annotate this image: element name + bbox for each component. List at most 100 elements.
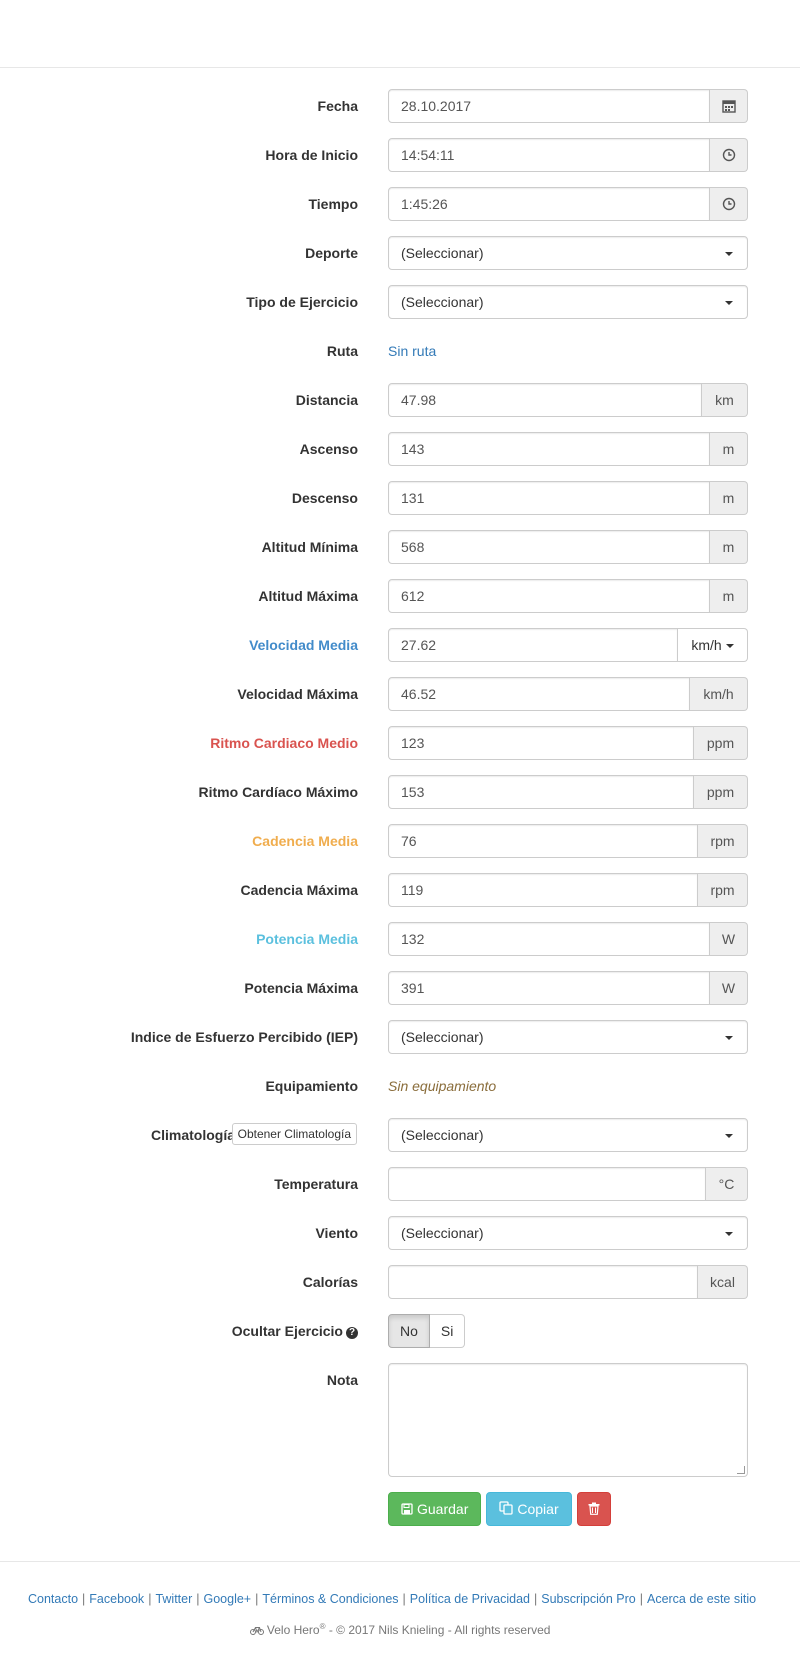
trash-icon	[588, 1494, 600, 1526]
label-distancia: Distancia	[295, 392, 358, 408]
save-button[interactable]: Guardar	[388, 1492, 482, 1526]
wind-select-value: (Seleccionar)	[401, 1225, 484, 1241]
calendar-icon[interactable]	[710, 89, 748, 123]
chevron-down-icon	[725, 1134, 733, 1138]
speed-unit-dropdown[interactable]: km/h	[678, 628, 748, 662]
save-button-label: Guardar	[417, 1501, 469, 1517]
get-weather-button[interactable]: Obtener Climatología	[231, 1123, 357, 1145]
row-temperatura: Temperatura °C	[0, 1167, 800, 1201]
unit-addon: rpm	[698, 824, 748, 858]
workout-type-select[interactable]: (Seleccionar)	[388, 285, 748, 319]
avg-power-input[interactable]: 132	[388, 922, 710, 956]
footer-link-privacidad[interactable]: Política de Privacidad	[410, 1592, 530, 1606]
row-iep: Indice de Esfuerzo Percibido (IEP) (Sele…	[0, 1020, 800, 1054]
equipment-text: Sin equipamiento	[388, 1078, 497, 1094]
copyright-text: - © 2017 Nils Knieling - All rights rese…	[328, 1623, 551, 1637]
chevron-down-icon	[725, 252, 733, 256]
max-heart-rate-input[interactable]: 153	[388, 775, 694, 809]
row-clima: Climatología Obtener Climatología (Selec…	[0, 1118, 800, 1152]
chevron-down-icon	[725, 1232, 733, 1236]
max-altitude-input[interactable]: 612	[388, 579, 710, 613]
duration-input[interactable]: 1:45:26	[388, 187, 710, 221]
descent-input[interactable]: 131	[388, 481, 710, 515]
label-alt-max: Altitud Máxima	[258, 588, 358, 604]
row-rc-medio: Ritmo Cardiaco Medio 123 ppm	[0, 726, 800, 760]
footer-link-facebook[interactable]: Facebook	[89, 1592, 144, 1606]
footer-links: Contacto | Facebook | Twitter | Google+ | Términ…	[28, 1592, 757, 1606]
min-altitude-input[interactable]: 568	[388, 530, 710, 564]
label-vel-max: Velocidad Máxima	[237, 686, 358, 702]
hide-no-button[interactable]: No	[388, 1314, 430, 1348]
date-input[interactable]: 28.10.2017	[388, 89, 710, 123]
unit-addon: m	[710, 530, 748, 564]
row-tiempo: Tiempo 1:45:26	[0, 187, 800, 221]
hide-si-button[interactable]: Si	[429, 1314, 466, 1348]
label-fecha: Fecha	[317, 98, 358, 114]
unit-addon: °C	[706, 1167, 748, 1201]
chevron-down-icon	[725, 644, 734, 648]
wind-select[interactable]: (Seleccionar)	[388, 1216, 748, 1250]
footer-copyright: Velo Hero® - © 2017 Nils Knieling - All …	[0, 1622, 800, 1637]
label-calorias: Calorías	[302, 1274, 358, 1290]
row-ascenso: Ascenso 143 m	[0, 432, 800, 466]
row-ruta: Ruta Sin ruta	[0, 334, 800, 368]
avg-cadence-input[interactable]: 76	[388, 824, 698, 858]
avg-heart-rate-input[interactable]: 123	[388, 726, 694, 760]
label-clima: Climatología	[150, 1127, 235, 1143]
label-tipo: Tipo de Ejercicio	[246, 294, 358, 310]
max-cadence-input[interactable]: 119	[388, 873, 698, 907]
calories-input[interactable]	[388, 1265, 698, 1299]
chevron-down-icon	[725, 1036, 733, 1040]
floppy-disk-icon	[401, 1494, 413, 1526]
label-tiempo: Tiempo	[308, 196, 358, 212]
row-hora: Hora de Inicio 14:54:11	[0, 138, 800, 172]
unit-addon: ppm	[694, 775, 748, 809]
clock-icon[interactable]	[710, 187, 748, 221]
label-iep: Indice de Esfuerzo Percibido (IEP)	[130, 1029, 358, 1045]
delete-button[interactable]	[576, 1492, 611, 1526]
unit-addon: m	[710, 579, 748, 613]
max-speed-input[interactable]: 46.52	[388, 677, 690, 711]
footer-link-twitter[interactable]: Twitter	[155, 1592, 192, 1606]
weather-select-value: (Seleccionar)	[401, 1127, 484, 1143]
row-cad-media: Cadencia Media 76 rpm	[0, 824, 800, 858]
unit-addon: m	[710, 481, 748, 515]
note-textarea[interactable]	[388, 1363, 748, 1477]
weather-select[interactable]: (Seleccionar)	[388, 1118, 748, 1152]
hide-workout-toggle: No Si	[388, 1314, 466, 1348]
distance-input[interactable]: 47.98	[388, 383, 702, 417]
footer-link-acerca[interactable]: Acerca de este sitio	[647, 1592, 756, 1606]
row-deporte: Deporte (Seleccionar)	[0, 236, 800, 270]
resize-handle-icon[interactable]	[737, 1466, 745, 1474]
sport-select[interactable]: (Seleccionar)	[388, 236, 748, 270]
unit-addon: ppm	[694, 726, 748, 760]
label-equipamiento: Equipamiento	[265, 1078, 358, 1094]
avg-speed-input[interactable]: 27.62	[388, 628, 678, 662]
label-pot-max: Potencia Máxima	[244, 980, 358, 996]
start-time-input[interactable]: 14:54:11	[388, 138, 710, 172]
footer-link-contacto[interactable]: Contacto	[28, 1592, 78, 1606]
label-ruta: Ruta	[326, 343, 358, 359]
question-circle-icon[interactable]: ?	[346, 1327, 358, 1339]
clock-icon[interactable]	[710, 138, 748, 172]
footer-link-googleplus[interactable]: Google+	[204, 1592, 252, 1606]
max-power-input[interactable]: 391	[388, 971, 710, 1005]
row-pot-media: Potencia Media 132 W	[0, 922, 800, 956]
row-fecha: Fecha 28.10.2017	[0, 89, 800, 123]
route-link[interactable]: Sin ruta	[388, 334, 436, 368]
row-descenso: Descenso 131 m	[0, 481, 800, 515]
unit-addon: rpm	[698, 873, 748, 907]
label-cad-media: Cadencia Media	[252, 833, 358, 849]
ascent-input[interactable]: 143	[388, 432, 710, 466]
copy-button[interactable]: Copiar	[486, 1492, 572, 1526]
footer-link-pro[interactable]: Subscripción Pro	[541, 1592, 636, 1606]
rpe-select[interactable]: (Seleccionar)	[388, 1020, 748, 1054]
copy-button-label: Copiar	[517, 1501, 559, 1517]
label-hora: Hora de Inicio	[265, 147, 358, 163]
sport-select-value: (Seleccionar)	[401, 245, 484, 261]
label-ocultar-text: Ocultar Ejercicio	[231, 1323, 343, 1339]
footer-link-terminos[interactable]: Términos & Condiciones	[262, 1592, 398, 1606]
label-pot-media: Potencia Media	[256, 931, 358, 947]
temperature-input[interactable]	[388, 1167, 706, 1201]
label-deporte: Deporte	[305, 245, 358, 261]
